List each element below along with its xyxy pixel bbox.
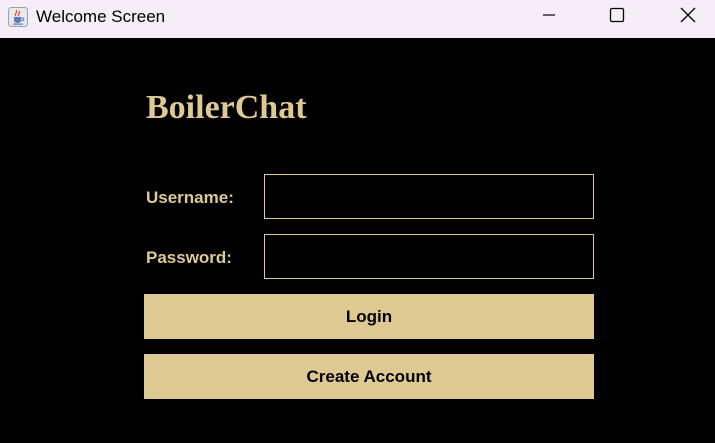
login-button[interactable]: Login bbox=[144, 294, 594, 339]
minimize-icon bbox=[542, 8, 556, 27]
username-label: Username: bbox=[146, 188, 234, 207]
maximize-icon bbox=[609, 7, 625, 28]
close-icon bbox=[680, 7, 696, 28]
window-title: Welcome Screen bbox=[36, 7, 166, 26]
password-field[interactable] bbox=[264, 234, 594, 279]
username-field[interactable] bbox=[264, 174, 594, 219]
app-title: BoilerChat bbox=[146, 89, 307, 126]
app-window: Welcome Screen BoilerChat Username: Pass… bbox=[0, 0, 715, 443]
maximize-button[interactable] bbox=[589, 0, 645, 34]
welcome-panel: BoilerChat Username: Password: Login Cre… bbox=[0, 38, 715, 443]
title-bar[interactable]: Welcome Screen bbox=[0, 0, 715, 38]
java-cup-icon bbox=[8, 7, 28, 27]
close-button[interactable] bbox=[660, 0, 715, 34]
password-label: Password: bbox=[146, 248, 232, 267]
minimize-button[interactable] bbox=[521, 0, 577, 34]
create-account-button[interactable]: Create Account bbox=[144, 354, 594, 399]
